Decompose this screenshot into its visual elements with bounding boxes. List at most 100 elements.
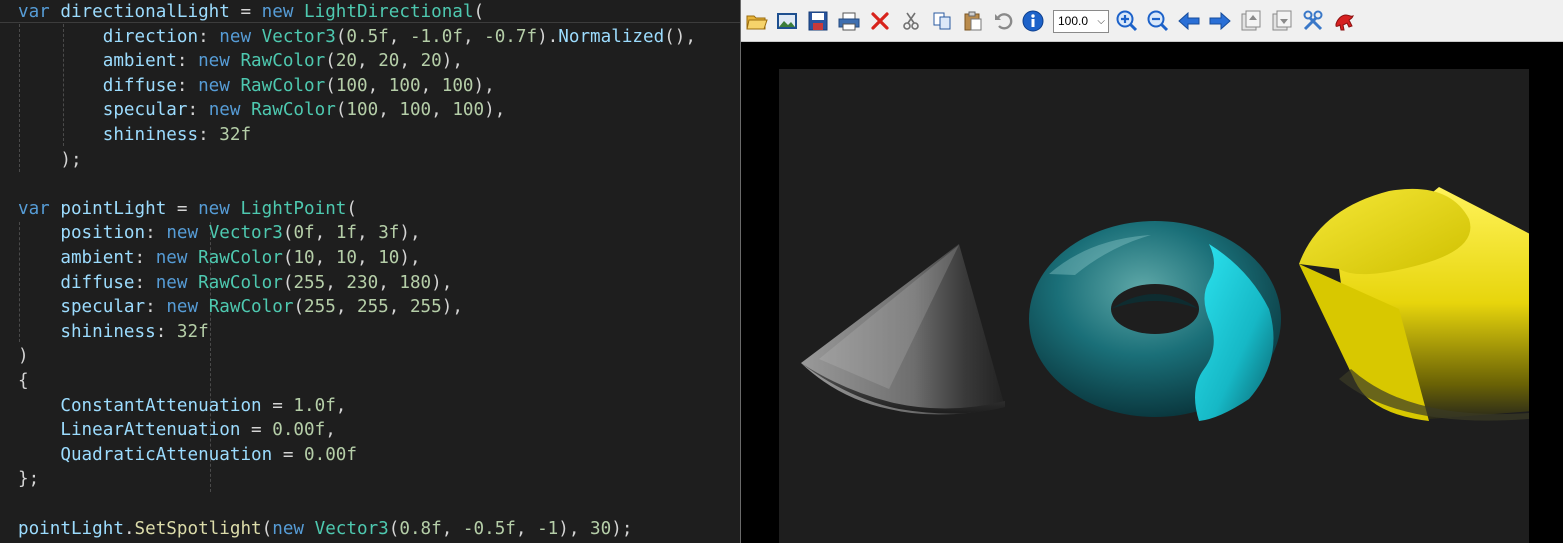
code-token: position [60, 223, 146, 244]
code-token: , [462, 26, 485, 47]
code-token: 32f [219, 125, 252, 145]
code-line[interactable]: diffuse: new RawColor(255, 230, 180), [18, 271, 452, 295]
code-token: , [314, 223, 336, 244]
code-token: ( [325, 51, 336, 72]
code-token: ), [399, 223, 421, 244]
code-token: diffuse [102, 75, 177, 96]
code-token: : [176, 51, 199, 72]
paste-icon[interactable] [961, 9, 985, 33]
code-token: = [261, 395, 294, 416]
zoom-out-icon[interactable] [1146, 9, 1170, 33]
delete-icon[interactable] [868, 9, 892, 33]
code-token: LightDirectional [304, 2, 474, 22]
settings-tools-icon[interactable] [1301, 9, 1325, 33]
copy-icon[interactable] [930, 9, 954, 33]
code-token: : [134, 248, 156, 268]
code-token: ( [335, 100, 347, 121]
code-token: 230 [346, 272, 379, 293]
code-token: 100 [399, 100, 432, 121]
code-line[interactable]: ); [18, 148, 81, 172]
code-token: : [176, 75, 199, 96]
code-line[interactable]: specular: new RawColor(100, 100, 100), [18, 98, 506, 122]
code-line[interactable]: ambient: new RawColor(10, 10, 10), [18, 246, 420, 270]
code-line[interactable]: LinearAttenuation = 0.00f, [18, 418, 335, 442]
code-line[interactable]: var pointLight = new LightPoint( [18, 197, 357, 221]
open-folder-icon[interactable] [745, 9, 769, 33]
page-down-icon[interactable] [1270, 9, 1294, 33]
code-token: ( [388, 518, 400, 539]
cut-icon[interactable] [899, 9, 923, 33]
code-token: SetSpotlight [134, 518, 262, 539]
image-icon[interactable] [775, 9, 799, 33]
code-token: = [240, 420, 273, 441]
code-token: , [378, 272, 400, 293]
code-line[interactable]: diffuse: new RawColor(100, 100, 100), [18, 74, 495, 98]
code-line[interactable]: shininess: 32f [18, 123, 251, 147]
code-token: 100 [335, 75, 368, 96]
code-token: ( [282, 223, 294, 244]
render-viewport[interactable] [779, 69, 1529, 543]
red-lizard-icon[interactable] [1332, 9, 1356, 33]
code-line[interactable]: ConstantAttenuation = 1.0f, [18, 394, 346, 418]
code-token: , [431, 100, 453, 121]
code-line[interactable]: QuadraticAttenuation = 0.00f [18, 443, 357, 467]
code-line[interactable]: ) [18, 344, 29, 368]
code-token: ), [441, 297, 463, 318]
code-line[interactable]: position: new Vector3(0f, 1f, 3f), [18, 221, 421, 245]
code-token: 0.00f [304, 444, 357, 465]
code-line[interactable]: specular: new RawColor(255, 255, 255), [18, 295, 463, 319]
info-icon[interactable] [1021, 9, 1045, 33]
code-token: pointLight [18, 518, 124, 539]
viewer-window: 100.0 ⌵ [741, 0, 1563, 543]
zoom-in-icon[interactable] [1115, 9, 1139, 33]
code-token: new [155, 272, 199, 293]
code-token: : [187, 100, 209, 121]
code-line[interactable]: ambient: new RawColor(20, 20, 20), [18, 49, 463, 73]
code-token: new [166, 223, 209, 244]
code-token: ( [261, 518, 273, 539]
code-line[interactable]: direction: new Vector3(0.5f, -1.0f, -0.7… [18, 25, 696, 49]
save-icon[interactable] [806, 9, 830, 33]
code-token: Vector3 [261, 26, 336, 47]
code-token: 0.8f [399, 518, 442, 539]
code-token: 1.0f [293, 395, 336, 416]
chevron-down-icon: ⌵ [1097, 16, 1105, 27]
code-token: , [357, 51, 379, 72]
code-line[interactable]: }; [18, 467, 39, 491]
code-token: , [367, 75, 389, 96]
arrow-right-icon[interactable] [1208, 9, 1232, 33]
code-token: new [155, 248, 199, 268]
undo-icon[interactable] [991, 9, 1015, 33]
code-token: RawColor [198, 248, 283, 268]
zoom-value: 100.0 [1058, 14, 1089, 28]
code-token: LinearAttenuation [60, 420, 241, 441]
code-token: specular [102, 100, 188, 121]
code-line[interactable]: { [18, 369, 29, 393]
code-token: QuadraticAttenuation [60, 444, 273, 465]
code-token: ( [282, 272, 294, 293]
arrow-left-icon[interactable] [1177, 9, 1201, 33]
print-icon[interactable] [837, 9, 861, 33]
code-editor[interactable]: var directionalLight = new LightDirectio… [0, 0, 740, 543]
code-token: }; [18, 469, 40, 490]
code-token: directionalLight [60, 2, 230, 22]
code-line[interactable]: pointLight.SetSpotlight(new Vector3(0.8f… [18, 517, 632, 541]
code-token: diffuse [60, 272, 135, 293]
code-token: RawColor [208, 297, 294, 318]
code-token: , [388, 26, 410, 47]
code-token: ); [611, 518, 633, 539]
code-token: 255 [409, 297, 442, 318]
page-up-icon[interactable] [1239, 9, 1263, 33]
code-token: ambient [60, 248, 135, 268]
zoom-select[interactable]: 100.0 ⌵ [1053, 10, 1109, 33]
code-line[interactable]: var directionalLight = new LightDirectio… [18, 0, 484, 24]
code-token: { [18, 371, 29, 391]
code-line[interactable]: shininess: 32f [18, 320, 208, 344]
code-token: , [378, 100, 400, 121]
